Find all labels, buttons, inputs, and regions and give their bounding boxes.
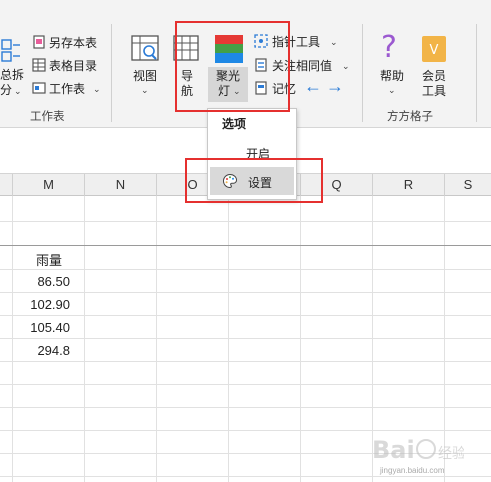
grid-vline — [84, 196, 85, 482]
save-as-table-button[interactable]: 另存本表 — [49, 36, 97, 50]
svg-text:Bai: Bai — [372, 436, 415, 464]
cell-rainfall-value[interactable]: 102.90 — [0, 297, 70, 312]
table-index-button[interactable]: 表格目录 — [49, 59, 97, 73]
view-icon — [131, 35, 159, 61]
focus-same-value-caret[interactable]: ⌄ — [342, 61, 350, 71]
watermark-url: jingyan.baidu.com — [380, 466, 445, 475]
grid-vline — [300, 196, 301, 482]
grid-hline — [0, 361, 491, 362]
column-header-s[interactable]: S — [445, 174, 491, 196]
split-merge-label-bottom[interactable]: 分 — [0, 83, 12, 97]
cell-rainfall-value[interactable]: 294.8 — [0, 343, 70, 358]
column-header-r[interactable]: R — [373, 174, 445, 196]
ribbon-separator — [362, 24, 363, 122]
ribbon-separator — [111, 24, 112, 122]
help-icon: ? — [381, 30, 397, 65]
ribbon-separator — [476, 24, 477, 122]
baidu-watermark-logo: Bai 经验 — [372, 436, 464, 464]
split-merge-label-top[interactable]: 总拆 — [0, 68, 24, 82]
annotation-box-ribbon — [175, 21, 290, 112]
split-merge-caret[interactable]: ⌄ — [14, 86, 22, 96]
grid-hline — [0, 269, 491, 270]
help-caret[interactable]: ⌄ — [388, 85, 396, 95]
grid-hline — [0, 384, 491, 385]
cell-rainfall-value[interactable]: 86.50 — [0, 274, 70, 289]
arrow-right-icon[interactable]: → — [326, 76, 344, 97]
svg-text:V: V — [430, 43, 439, 58]
help-button[interactable]: 帮助 — [380, 69, 404, 83]
vip-tools-icon: V — [422, 36, 446, 62]
worksheet-caret[interactable]: ⌄ — [93, 84, 101, 94]
column-header-m[interactable]: M — [13, 174, 85, 196]
view-caret[interactable]: ⌄ — [141, 85, 149, 95]
grid-vline — [156, 196, 157, 482]
grid-hline — [0, 338, 491, 339]
grid-vline — [228, 196, 229, 482]
vip-tools-label-1[interactable]: 会员 — [422, 69, 446, 83]
grid-hline — [0, 315, 491, 316]
grid-hline — [0, 245, 491, 246]
svg-text:经验: 经验 — [438, 446, 464, 462]
grid-hline — [0, 430, 491, 431]
worksheet-button[interactable]: 工作表 — [49, 82, 85, 96]
annotation-box-settings — [185, 158, 323, 203]
grid-hline — [0, 292, 491, 293]
group-label-fangfang: 方方格子 — [387, 111, 433, 123]
group-label-worksheet: 工作表 — [30, 111, 65, 123]
view-button[interactable]: 视图 — [133, 69, 157, 83]
grid-hline — [0, 221, 491, 222]
column-header-partial[interactable] — [0, 174, 13, 196]
worksheet-icon — [32, 82, 46, 94]
arrow-left-icon[interactable]: ← — [304, 76, 322, 97]
save-as-table-icon — [33, 35, 45, 49]
cell-rainfall-header[interactable]: 雨量 — [18, 250, 80, 269]
column-header-n[interactable]: N — [85, 174, 157, 196]
dropdown-section-title: 选项 — [222, 117, 247, 131]
vip-tools-label-2[interactable]: 工具 — [422, 84, 446, 98]
grid-hline — [0, 476, 491, 477]
split-merge-icon[interactable] — [0, 36, 22, 66]
pointer-tool-caret[interactable]: ⌄ — [330, 37, 338, 47]
cell-rainfall-value[interactable]: 105.40 — [0, 320, 70, 335]
grid-vline — [12, 196, 13, 482]
grid-hline — [0, 407, 491, 408]
table-index-icon — [32, 58, 46, 72]
